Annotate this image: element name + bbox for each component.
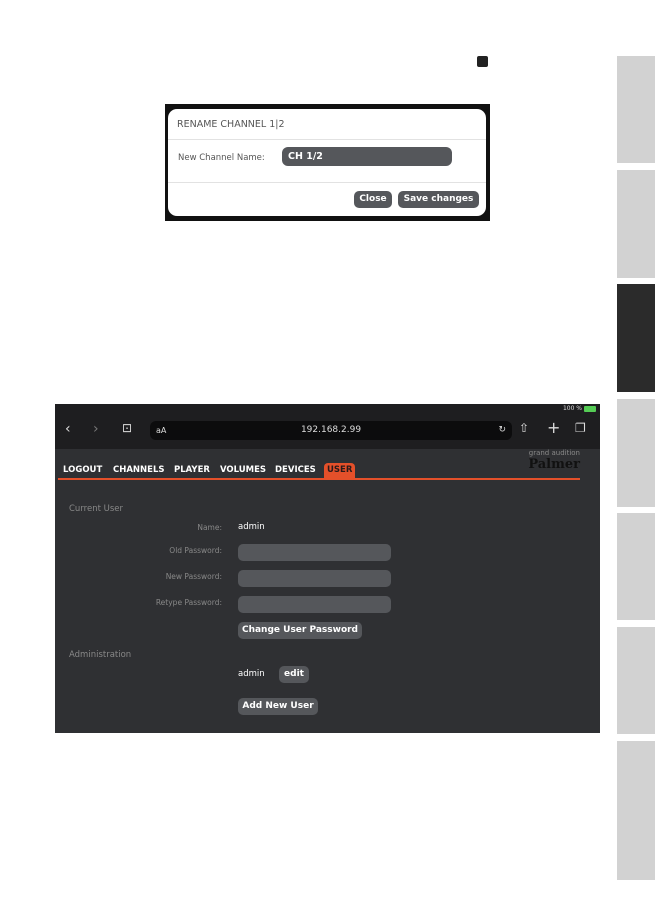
side-tab-7 — [617, 741, 655, 880]
forward-icon[interactable]: › — [93, 421, 99, 437]
battery-level: 100 % — [562, 405, 582, 412]
old-password-label: Old Password: — [169, 546, 222, 555]
close-button[interactable]: Close — [354, 191, 392, 208]
nav-user-active[interactable]: USER — [324, 463, 356, 478]
share-icon[interactable]: ⇧ — [519, 421, 529, 435]
tabs-icon[interactable]: ❐ — [575, 421, 586, 435]
old-password-input[interactable] — [238, 544, 391, 561]
side-tab-2 — [617, 170, 655, 278]
browser-screenshot: 100 % ‹ › ⊡ aA 192.168.2.99 ↻ ⇧ + ❐ LOGO… — [55, 404, 600, 733]
rename-dialog: RENAME CHANNEL 1|2 New Channel Name: CH … — [168, 109, 486, 216]
battery-icon — [584, 406, 596, 412]
nav-underline — [58, 478, 580, 480]
nav-logout[interactable]: LOGOUT — [63, 465, 102, 475]
dialog-title: RENAME CHANNEL 1|2 — [177, 119, 285, 130]
save-changes-button[interactable]: Save changes — [398, 191, 479, 208]
new-password-label: New Password: — [165, 572, 222, 581]
retype-password-input[interactable] — [238, 596, 391, 613]
divider — [168, 182, 486, 183]
reload-icon[interactable]: ↻ — [498, 421, 506, 440]
channel-name-input[interactable]: CH 1/2 — [282, 147, 452, 166]
back-icon[interactable]: ‹ — [65, 421, 71, 437]
side-tab-3-active — [617, 284, 655, 392]
name-label: Name: — [197, 523, 222, 532]
browser-toolbar: ‹ › ⊡ aA 192.168.2.99 ↻ ⇧ + ❐ — [55, 415, 600, 449]
admin-user: admin — [238, 669, 265, 679]
add-new-user-button[interactable]: Add New User — [238, 698, 318, 715]
text-size-button[interactable]: aA — [156, 421, 166, 440]
nav-volumes[interactable]: VOLUMES — [220, 465, 266, 475]
retype-password-label: Retype Password: — [155, 598, 222, 607]
bookmarks-icon[interactable]: ⊡ — [122, 421, 132, 435]
side-tab-1 — [617, 56, 655, 163]
side-tab-5 — [617, 513, 655, 620]
address-bar[interactable]: aA 192.168.2.99 ↻ — [150, 421, 512, 440]
url-text: 192.168.2.99 — [300, 425, 362, 435]
side-tab-4 — [617, 399, 655, 507]
edit-user-button[interactable]: edit — [279, 666, 309, 683]
divider — [168, 139, 486, 140]
new-password-input[interactable] — [238, 570, 391, 587]
new-tab-icon[interactable]: + — [547, 418, 560, 437]
palmer-logo: Palmer — [528, 457, 580, 472]
side-tab-6 — [617, 627, 655, 734]
status-bar: 100 % — [55, 404, 600, 415]
current-user-heading: Current User — [69, 504, 124, 514]
nav-devices[interactable]: DEVICES — [275, 465, 316, 475]
channel-name-label: New Channel Name: — [178, 153, 265, 163]
change-password-button[interactable]: Change User Password — [238, 622, 362, 639]
nav-player[interactable]: PLAYER — [174, 465, 210, 475]
nav-channels[interactable]: CHANNELS — [113, 465, 165, 475]
page-marker-icon — [477, 56, 488, 67]
administration-heading: Administration — [69, 650, 132, 660]
name-value: admin — [238, 522, 265, 532]
brand-tagline: grand audition — [528, 449, 580, 457]
